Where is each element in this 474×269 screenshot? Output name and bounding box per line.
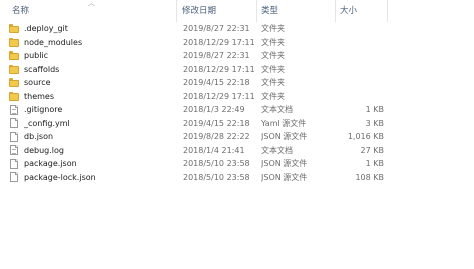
file-name: node_modules [24, 37, 83, 47]
file-size: 3 KB [365, 118, 384, 128]
file-size [338, 36, 384, 50]
file-row[interactable]: package-lock.json 2018/5/10 23:58 JSON 源文件… [0, 171, 474, 185]
file-type: 文本文档 [261, 105, 293, 114]
folder-icon [9, 78, 19, 87]
file-size: 108 KB [355, 172, 384, 182]
file-row[interactable]: themes 2018/12/29 17:11 文件夹 [0, 90, 474, 104]
file-icon [10, 131, 18, 142]
file-type: 文件夹 [261, 51, 285, 60]
file-modified-date: 2018/12/29 17:11 [183, 37, 255, 47]
file-type: JSON 源文件 [261, 172, 308, 182]
file-name: source [24, 78, 51, 87]
file-modified-date: 2019/8/27 22:31 [183, 24, 250, 33]
column-header: ︿ 名称 修改日期 类型 大小 [0, 0, 474, 22]
column-divider[interactable] [256, 0, 257, 22]
file-icon [10, 158, 18, 169]
file-row[interactable]: node_modules 2018/12/29 17:11 文件夹 [0, 36, 474, 50]
file-name: debug.log [24, 145, 64, 155]
file-type: JSON 源文件 [261, 132, 308, 141]
file-type: 文件夹 [261, 78, 285, 87]
file-size [338, 76, 384, 90]
file-list: .deploy_git 2019/8/27 22:31 文件夹 node_module… [0, 22, 474, 184]
file-row[interactable]: package.json 2018/5/10 23:58 JSON 源文件 1 KB [0, 157, 474, 171]
folder-icon [9, 51, 19, 60]
file-row[interactable]: _config.yml 2019/4/15 22:18 Yaml 源文件 3 KB [0, 117, 474, 131]
file-modified-date: 2018/5/10 23:58 [183, 159, 250, 168]
file-icon-cell [9, 117, 21, 131]
file-modified-date: 2019/8/27 22:31 [183, 51, 250, 60]
file-size [338, 49, 384, 63]
folder-icon [9, 91, 19, 101]
file-modified-date: 2019/4/15 22:18 [183, 118, 250, 128]
text-file-icon [10, 104, 18, 115]
file-icon-cell [9, 49, 21, 63]
text-file-icon [10, 145, 18, 155]
file-name: .deploy_git [24, 24, 68, 33]
file-row[interactable]: .deploy_git 2019/8/27 22:31 文件夹 [0, 22, 474, 36]
column-divider[interactable] [176, 0, 177, 22]
column-header-name[interactable]: 名称 [9, 4, 179, 18]
column-header-date[interactable]: 修改日期 [179, 4, 257, 18]
file-name: package-lock.json [24, 172, 96, 182]
file-icon-cell [9, 157, 21, 171]
file-row[interactable]: public 2019/8/27 22:31 文件夹 [0, 49, 474, 63]
file-size [338, 90, 384, 104]
folder-icon [9, 24, 19, 33]
file-size [338, 63, 384, 77]
file-icon-cell [9, 22, 21, 36]
file-size: 1 KB [365, 159, 384, 168]
file-row[interactable]: source 2019/4/15 22:18 文件夹 [0, 76, 474, 90]
file-icon-cell [9, 130, 21, 144]
file-type: 文件夹 [261, 24, 285, 33]
file-name: db.json [24, 132, 54, 141]
column-header-size[interactable]: 大小 [337, 4, 387, 18]
file-icon-cell [9, 63, 21, 77]
file-modified-date: 2019/4/15 22:18 [183, 78, 250, 87]
file-modified-date: 2018/12/29 17:11 [183, 64, 255, 74]
file-modified-date: 2018/12/29 17:11 [183, 91, 255, 101]
file-name: public [24, 51, 49, 60]
file-type: 文本文档 [261, 145, 293, 155]
file-modified-date: 2018/1/3 22:49 [183, 105, 245, 114]
file-name: package.json [24, 159, 77, 168]
column-divider[interactable] [387, 0, 388, 22]
file-row[interactable]: .gitignore 2018/1/3 22:49 文本文档 1 KB [0, 103, 474, 117]
file-size: 1,016 KB [347, 132, 384, 141]
file-icon-cell [9, 76, 21, 90]
file-type: 文件夹 [261, 37, 285, 47]
file-modified-date: 2018/5/10 23:58 [183, 172, 250, 182]
file-size: 27 KB [360, 145, 384, 155]
file-icon-cell [9, 171, 21, 185]
file-row[interactable]: debug.log 2018/1/4 21:41 文本文档 27 KB [0, 144, 474, 158]
file-modified-date: 2019/8/28 22:22 [183, 132, 250, 141]
file-size [338, 22, 384, 36]
file-type: 文件夹 [261, 64, 285, 74]
file-icon-cell [9, 144, 21, 158]
file-type: 文件夹 [261, 91, 285, 101]
file-icon [10, 118, 18, 128]
file-name: _config.yml [24, 118, 70, 128]
file-icon [10, 172, 18, 182]
file-size: 1 KB [365, 105, 384, 114]
file-icon-cell [9, 90, 21, 104]
file-row[interactable]: scaffolds 2018/12/29 17:11 文件夹 [0, 63, 474, 77]
file-modified-date: 2018/1/4 21:41 [183, 145, 245, 155]
file-icon-cell [9, 103, 21, 117]
folder-icon [9, 64, 19, 74]
file-row[interactable]: db.json 2019/8/28 22:22 JSON 源文件 1,016 KB [0, 130, 474, 144]
file-name: .gitignore [24, 105, 63, 114]
file-icon-cell [9, 36, 21, 50]
file-name: scaffolds [24, 64, 60, 74]
folder-icon [9, 37, 19, 47]
file-name: themes [24, 91, 55, 101]
file-type: Yaml 源文件 [261, 118, 307, 128]
file-type: JSON 源文件 [261, 159, 308, 168]
column-header-type[interactable]: 类型 [258, 4, 336, 18]
column-divider[interactable] [335, 0, 336, 22]
